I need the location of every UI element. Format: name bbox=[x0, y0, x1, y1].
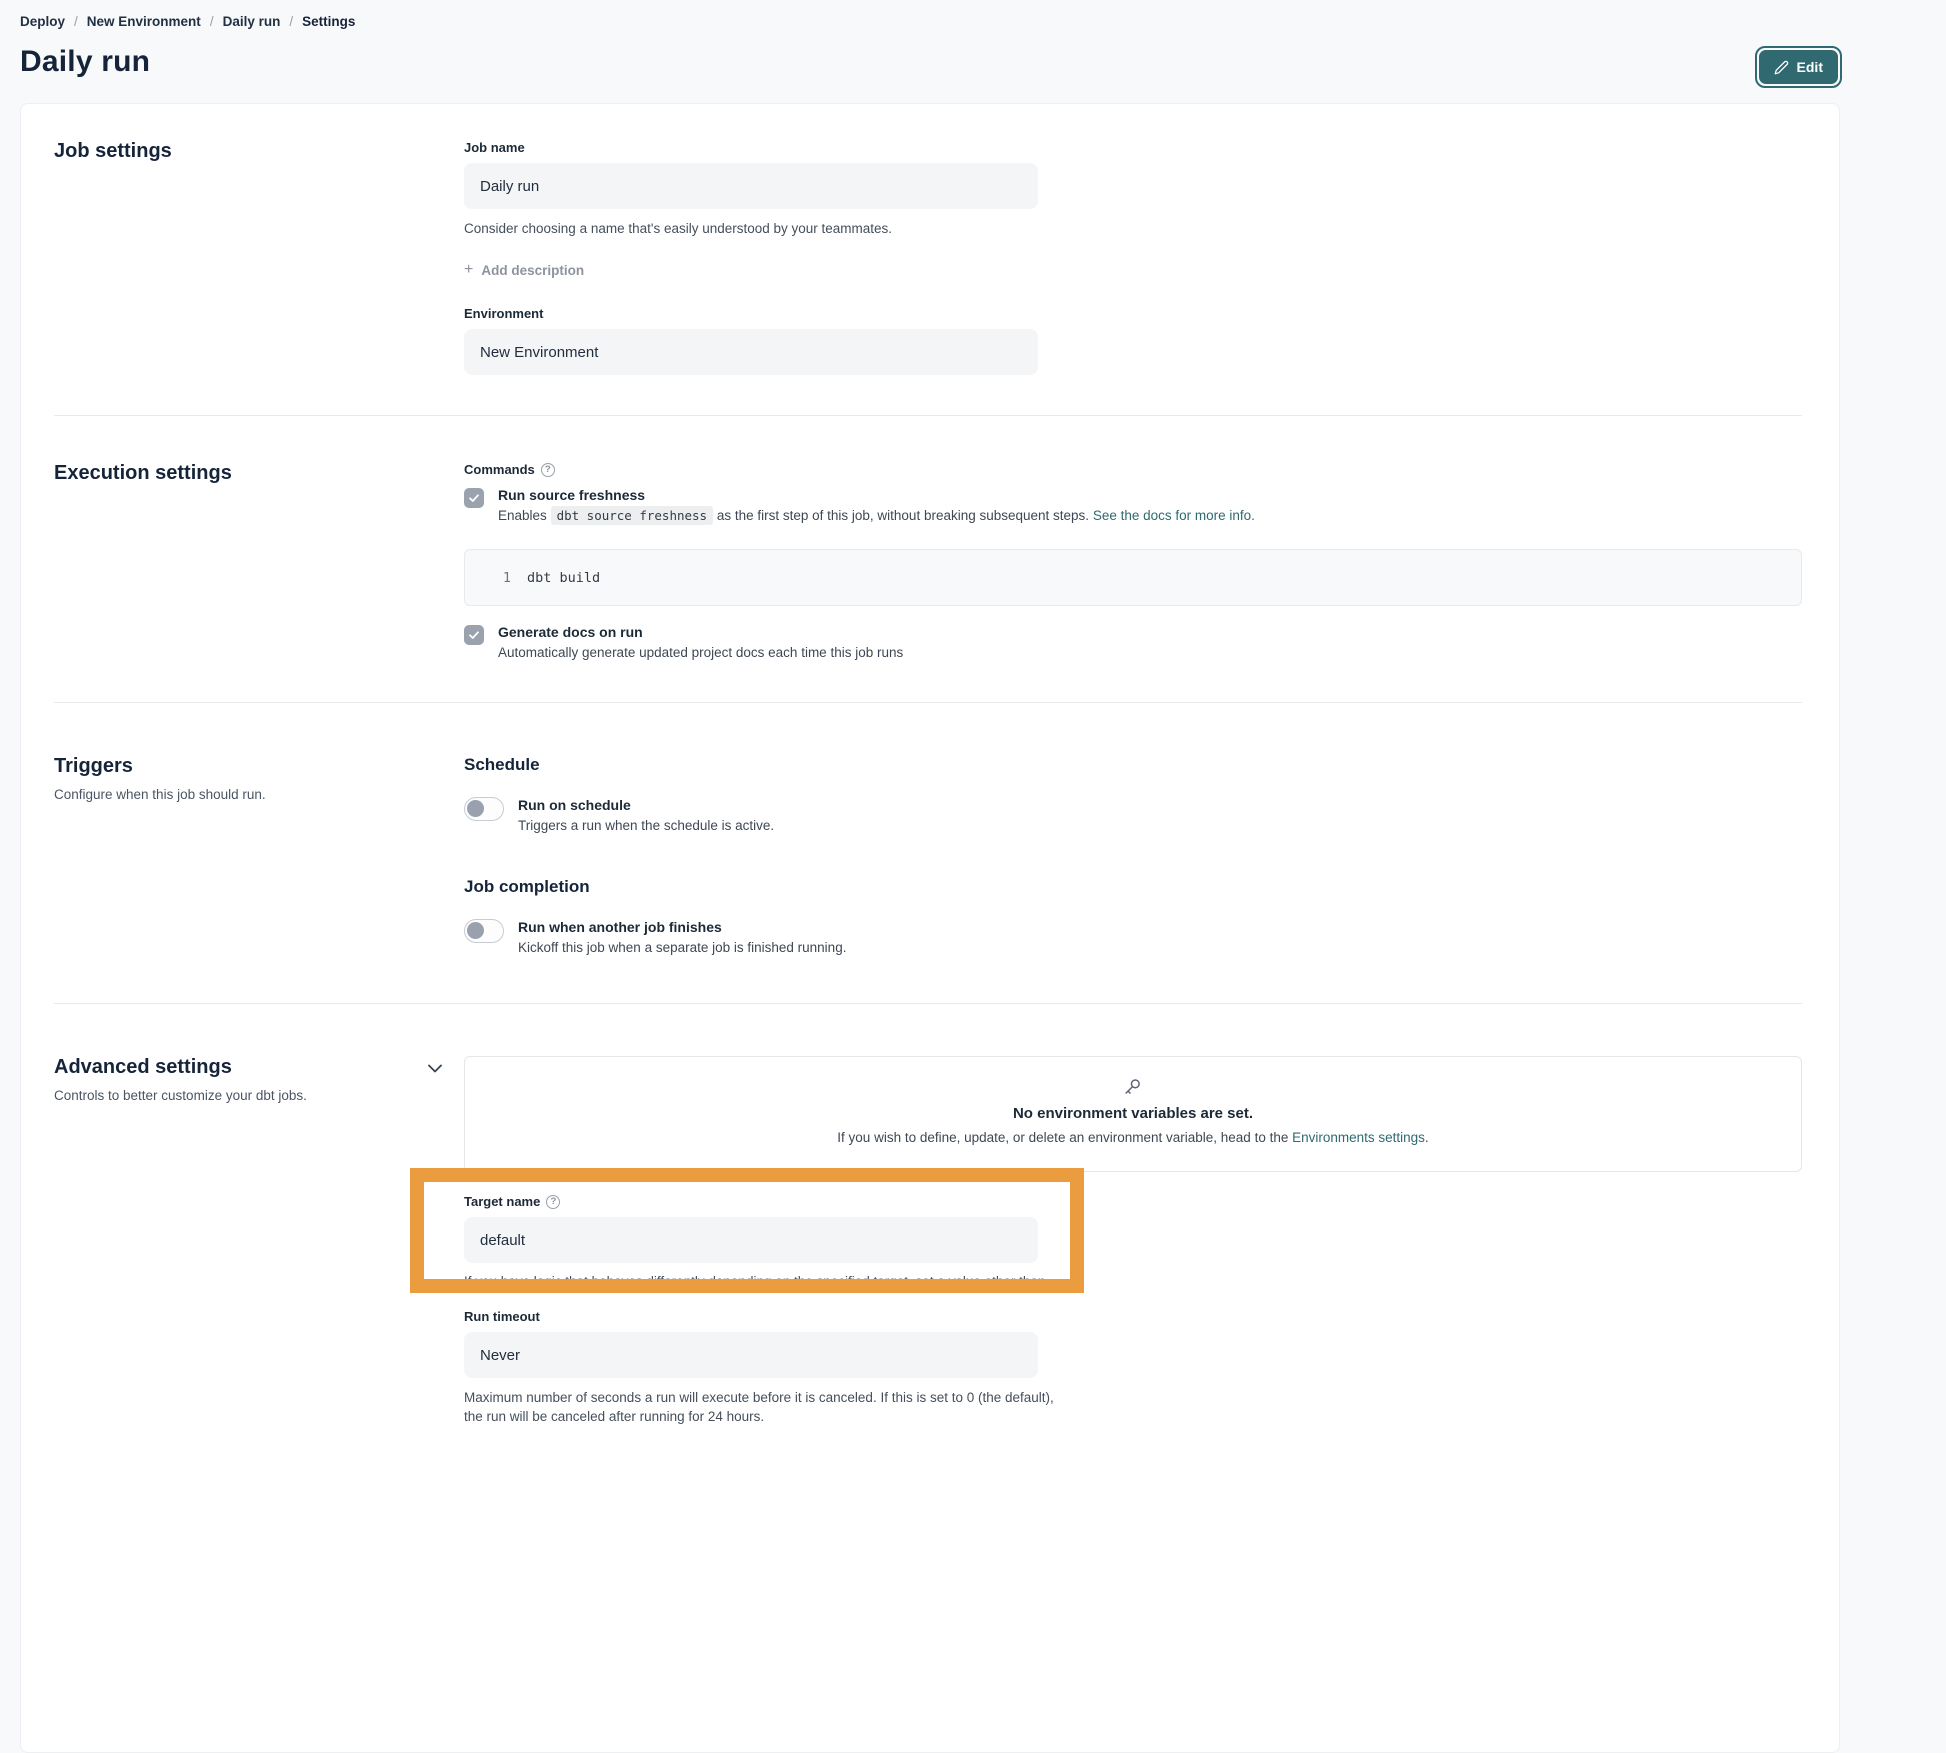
advanced-settings-section: Advanced settings Controls to better cus… bbox=[54, 1004, 1802, 1486]
target-name-input[interactable]: default bbox=[464, 1217, 1038, 1263]
env-vars-desc: If you wish to define, update, or delete… bbox=[485, 1130, 1781, 1145]
job-name-label: Job name bbox=[464, 140, 1802, 155]
target-name-help-icon[interactable]: ? bbox=[546, 1195, 560, 1209]
code-command: dbt build bbox=[527, 570, 600, 586]
generate-docs-row: Generate docs on run Automatically gener… bbox=[464, 624, 1802, 660]
run-timeout-label: Run timeout bbox=[464, 1309, 1802, 1324]
commands-help-icon[interactable]: ? bbox=[541, 463, 555, 477]
commands-label: Commands bbox=[464, 462, 535, 477]
generate-docs-label: Generate docs on run bbox=[498, 624, 903, 640]
run-when-job-finishes-row: Run when another job finishes Kickoff th… bbox=[464, 919, 1802, 955]
breadcrumb-separator: / bbox=[289, 14, 293, 29]
job-completion-heading: Job completion bbox=[464, 877, 1802, 897]
environment-input[interactable]: New Environment bbox=[464, 329, 1038, 375]
run-when-job-finishes-desc: Kickoff this job when a separate job is … bbox=[518, 940, 846, 955]
triggers-heading: Triggers bbox=[54, 755, 424, 778]
breadcrumb-deploy[interactable]: Deploy bbox=[20, 14, 65, 29]
chevron-down-icon[interactable] bbox=[428, 1064, 442, 1073]
job-settings-heading: Job settings bbox=[54, 140, 424, 163]
check-icon bbox=[468, 492, 480, 504]
run-source-freshness-row: Run source freshness Enables dbt source … bbox=[464, 487, 1802, 523]
run-on-schedule-row: Run on schedule Triggers a run when the … bbox=[464, 797, 1802, 833]
pencil-icon bbox=[1774, 60, 1789, 75]
edit-button[interactable]: Edit bbox=[1759, 50, 1838, 84]
job-name-helper: Consider choosing a name that's easily u… bbox=[464, 219, 1802, 238]
schedule-heading: Schedule bbox=[464, 755, 1802, 775]
breadcrumb-separator: / bbox=[210, 14, 214, 29]
execution-settings-heading: Execution settings bbox=[54, 462, 424, 485]
run-on-schedule-desc: Triggers a run when the schedule is acti… bbox=[518, 818, 774, 833]
breadcrumb: Deploy / New Environment / Daily run / S… bbox=[20, 14, 1840, 29]
top-bar: Deploy / New Environment / Daily run / S… bbox=[0, 0, 1946, 79]
breadcrumb-environment[interactable]: New Environment bbox=[87, 14, 201, 29]
job-name-input[interactable]: Daily run bbox=[464, 163, 1038, 209]
commands-code-editor[interactable]: 1 dbt build bbox=[464, 549, 1802, 606]
environments-settings-link[interactable]: Environments settings bbox=[1292, 1130, 1425, 1145]
execution-settings-section: Execution settings Commands ? Run source… bbox=[54, 416, 1802, 702]
add-description-label: Add description bbox=[481, 263, 584, 278]
breadcrumb-separator: / bbox=[74, 14, 78, 29]
target-name-highlight-box: Target name ? default If you have logic … bbox=[410, 1168, 1084, 1293]
run-source-freshness-checkbox[interactable] bbox=[464, 488, 484, 508]
key-icon bbox=[485, 1077, 1781, 1099]
edit-button-focus-ring: Edit bbox=[1755, 46, 1842, 88]
inline-code-chip: dbt source freshness bbox=[551, 506, 714, 525]
run-source-freshness-label: Run source freshness bbox=[498, 487, 1255, 503]
run-timeout-helper: Maximum number of seconds a run will exe… bbox=[464, 1388, 1054, 1426]
env-vars-title: No environment variables are set. bbox=[485, 1105, 1781, 1122]
generate-docs-checkbox[interactable] bbox=[464, 625, 484, 645]
target-name-label: Target name bbox=[464, 1194, 540, 1209]
run-when-job-finishes-label: Run when another job finishes bbox=[518, 919, 846, 935]
triggers-section: Triggers Configure when this job should … bbox=[54, 703, 1802, 1003]
run-on-schedule-toggle[interactable] bbox=[464, 797, 504, 821]
check-icon bbox=[468, 629, 480, 641]
target-name-helper: If you have logic that behaves different… bbox=[464, 1272, 1038, 1279]
advanced-settings-heading: Advanced settings bbox=[54, 1056, 424, 1079]
environment-label: Environment bbox=[464, 306, 1802, 321]
breadcrumb-job[interactable]: Daily run bbox=[223, 14, 281, 29]
edit-button-label: Edit bbox=[1797, 59, 1823, 75]
docs-link[interactable]: See the docs for more info. bbox=[1093, 508, 1255, 523]
triggers-desc: Configure when this job should run. bbox=[54, 787, 424, 802]
page-title: Daily run bbox=[20, 45, 1840, 79]
run-source-freshness-desc: Enables dbt source freshness as the firs… bbox=[498, 508, 1255, 523]
settings-card: Job settings Job name Daily run Consider… bbox=[20, 103, 1840, 1753]
code-line-number: 1 bbox=[465, 570, 511, 586]
run-when-job-finishes-toggle[interactable] bbox=[464, 919, 504, 943]
advanced-settings-desc: Controls to better customize your dbt jo… bbox=[54, 1088, 424, 1103]
run-timeout-input[interactable]: Never bbox=[464, 1332, 1038, 1378]
generate-docs-desc: Automatically generate updated project d… bbox=[498, 645, 903, 660]
environment-variables-box: No environment variables are set. If you… bbox=[464, 1056, 1802, 1172]
job-settings-section: Job settings Job name Daily run Consider… bbox=[54, 104, 1802, 415]
run-on-schedule-label: Run on schedule bbox=[518, 797, 774, 813]
breadcrumb-settings: Settings bbox=[302, 14, 355, 29]
add-description-button[interactable]: + Add description bbox=[464, 262, 1802, 278]
plus-icon: + bbox=[464, 262, 473, 278]
